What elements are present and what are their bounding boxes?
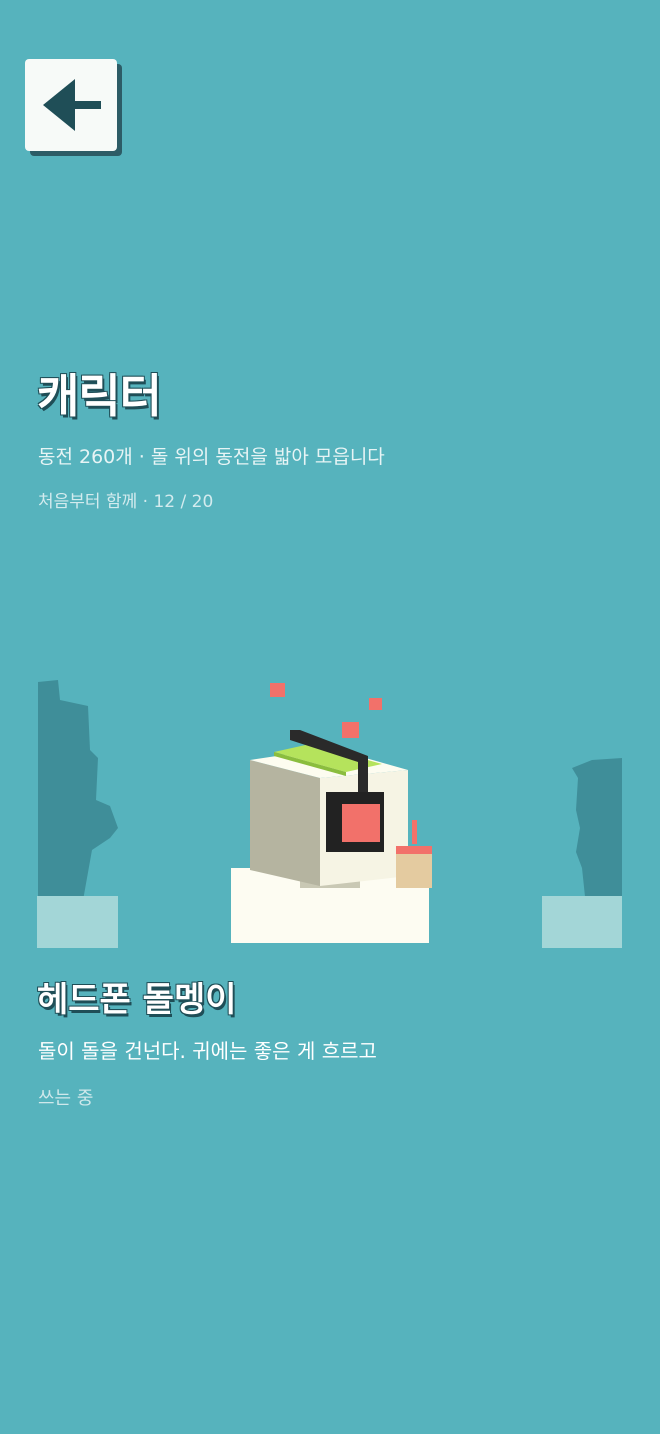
- collection-progress: 처음부터 함께 · 12 / 20: [38, 492, 214, 512]
- arrow-left-icon: [43, 79, 101, 131]
- page-title: 캐릭터: [37, 369, 162, 423]
- character-carousel[interactable]: [0, 660, 660, 960]
- character-name: 헤드폰 돌멩이: [37, 980, 237, 1020]
- next-character-silhouette[interactable]: [542, 758, 622, 948]
- back-button[interactable]: [25, 59, 117, 151]
- next-stone-platform: [542, 896, 622, 948]
- character-description: 돌이 돌을 건넌다. 귀에는 좋은 게 흐르고: [38, 1039, 377, 1063]
- headphone-stone-character[interactable]: [231, 683, 432, 943]
- previous-character-silhouette[interactable]: [37, 680, 118, 948]
- previous-stone-platform: [37, 896, 118, 948]
- coin-count: 동전 260개 · 돌 위의 동전을 밟아 모읍니다: [38, 446, 385, 468]
- equipped-status: 쓰는 중: [38, 1088, 94, 1109]
